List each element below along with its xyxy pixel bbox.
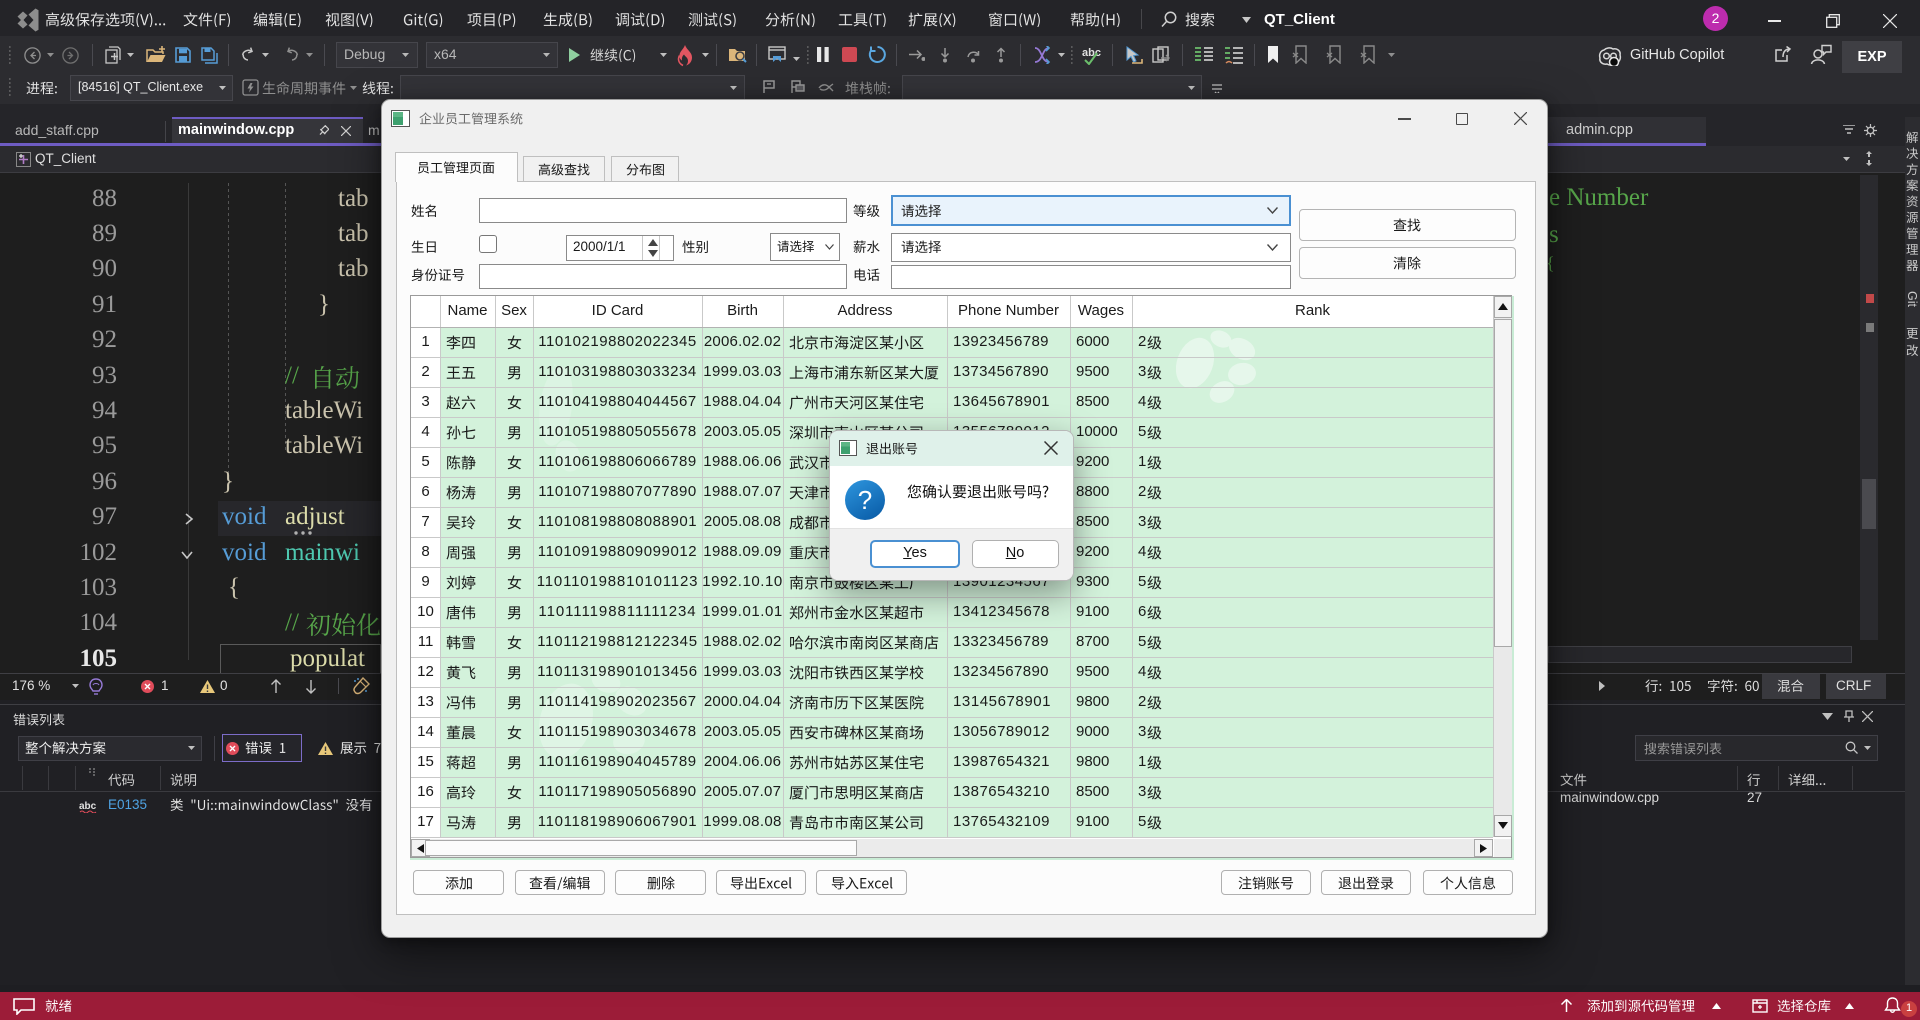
svg-text:?: ?	[858, 485, 872, 515]
svg-text:abc: abc	[1082, 47, 1101, 59]
svg-text:abc: abc	[79, 801, 97, 812]
